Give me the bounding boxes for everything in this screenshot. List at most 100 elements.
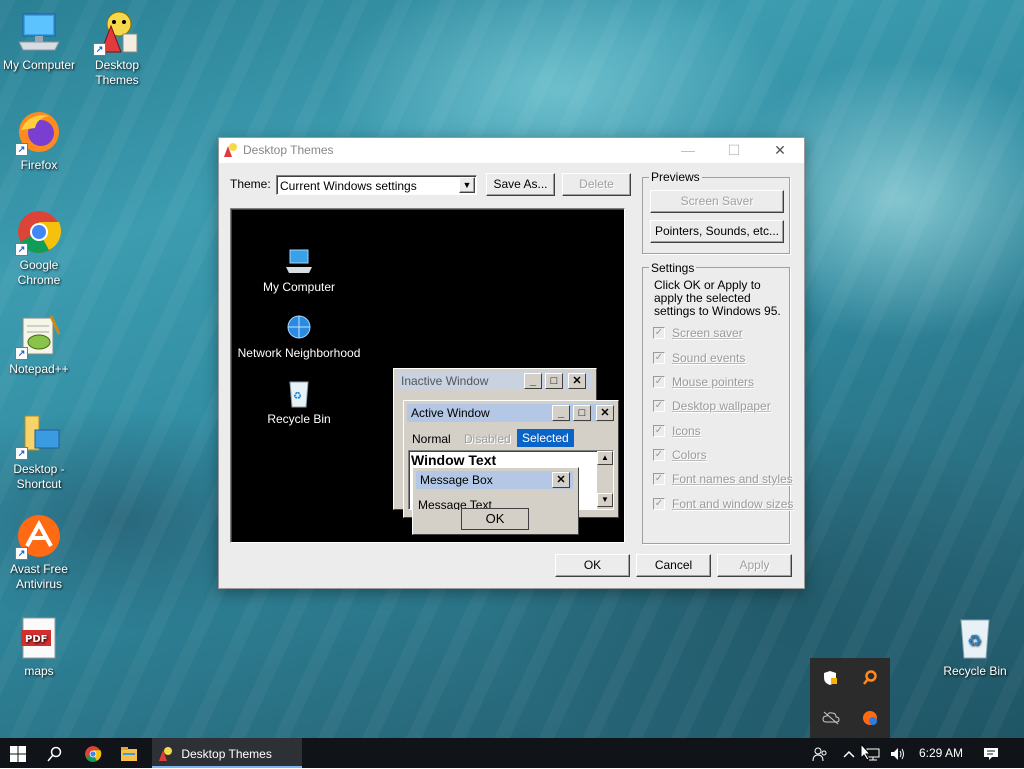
- chevron-up-icon[interactable]: [838, 738, 860, 768]
- cancel-button[interactable]: Cancel: [636, 554, 711, 577]
- desktop-icon-firefox[interactable]: ↗ Firefox: [0, 108, 78, 173]
- apply-button[interactable]: Apply: [717, 554, 792, 577]
- close-icon: ✕: [552, 472, 570, 488]
- desktop-icon-my-computer[interactable]: My Computer: [0, 8, 78, 73]
- desktop-icon-label: Google Chrome: [17, 258, 61, 287]
- svg-text:♻: ♻: [293, 391, 302, 402]
- previews-group-label: Previews: [649, 170, 702, 184]
- file-explorer-icon[interactable]: [114, 738, 144, 768]
- checkmark-icon: ✓: [653, 425, 665, 437]
- save-as-button[interactable]: Save As...: [486, 173, 555, 196]
- chrome-icon: ↗: [15, 208, 63, 256]
- checkmark-icon: ✓: [653, 473, 665, 485]
- dialog-title: Desktop Themes: [243, 143, 334, 157]
- maximize-icon: □: [573, 405, 591, 421]
- desktop-icon-label: Desktop - Shortcut: [13, 462, 65, 491]
- preview-menu-selected: Selected: [517, 429, 574, 447]
- search-icon[interactable]: [40, 738, 70, 768]
- chevron-down-icon[interactable]: ▼: [459, 177, 475, 193]
- theme-preview: My Computer Network Neighborhood ♻ Recyc…: [230, 208, 625, 543]
- shortcut-arrow-icon: ↗: [15, 347, 28, 360]
- desktop-icon-label: Desktop Themes: [94, 58, 140, 87]
- arrow-down-icon: ▼: [597, 493, 613, 507]
- checkmark-icon: ✓: [653, 400, 665, 412]
- preview-window-text: Window Text: [411, 452, 497, 468]
- theme-select[interactable]: Current Windows settings ▼: [276, 175, 477, 195]
- desktop-icon-label: Notepad++: [9, 362, 69, 376]
- desktop-icon-maps[interactable]: PDF maps: [0, 614, 78, 679]
- desktop-icon-desktop-themes[interactable]: ↗ Desktop Themes: [78, 8, 156, 88]
- mouse-cursor-icon: [860, 742, 872, 761]
- preview-icon-label: My Computer: [262, 280, 336, 294]
- close-icon: ✕: [568, 373, 586, 389]
- computer-icon: [15, 8, 63, 56]
- desktop-icon-notepad-plus-plus[interactable]: ↗ Notepad++: [0, 312, 78, 377]
- recycle-bin-icon: ♻: [289, 381, 309, 408]
- desktop-icon-label: Recycle Bin: [943, 664, 1007, 678]
- computer-icon: [286, 249, 312, 273]
- volume-icon[interactable]: [886, 738, 910, 768]
- close-icon[interactable]: ✕: [757, 138, 803, 163]
- checkmark-icon: ✓: [653, 352, 665, 364]
- desktop-icon-label: maps: [24, 664, 54, 678]
- clock[interactable]: 6:29 AM: [912, 738, 970, 768]
- maximize-icon: □: [545, 373, 563, 389]
- checkmark-icon: ✓: [653, 498, 665, 510]
- windows-start-icon[interactable]: [0, 738, 36, 768]
- shortcut-arrow-icon: ↗: [93, 43, 106, 56]
- desktop-icon-label: Firefox: [20, 158, 58, 172]
- pointers-sounds-button[interactable]: Pointers, Sounds, etc...: [650, 220, 784, 243]
- shortcut-arrow-icon: ↗: [15, 547, 28, 560]
- desktop-icon-label: My Computer: [2, 58, 76, 72]
- delete-button[interactable]: Delete: [562, 173, 631, 196]
- minimize-icon: _: [552, 405, 570, 421]
- shortcut-arrow-icon: ↗: [15, 143, 28, 156]
- preview-icon-label: Recycle Bin: [267, 412, 331, 426]
- folder-icon: ↗: [15, 412, 63, 460]
- theme-label: Theme:: [230, 177, 271, 191]
- notepad-plus-plus-icon: ↗: [15, 312, 63, 360]
- preview-icon-my-computer: My Computer: [261, 247, 337, 294]
- tray-overflow-popup: [810, 658, 890, 738]
- minimize-icon[interactable]: —: [665, 138, 711, 163]
- desktop-themes-icon: ↗: [93, 8, 141, 56]
- pdf-file-icon: PDF: [15, 614, 63, 662]
- notifications-icon[interactable]: [976, 738, 1006, 768]
- network-icon: [287, 315, 311, 339]
- maximize-icon[interactable]: ☐: [711, 138, 757, 163]
- desktop-icon-google-chrome[interactable]: ↗ Google Chrome: [0, 208, 78, 288]
- screen-saver-button[interactable]: Screen Saver: [650, 190, 784, 213]
- ok-button[interactable]: OK: [555, 554, 630, 577]
- desktop-icon-label: Avast Free Antivirus: [10, 562, 68, 591]
- desktop-themes-icon: [159, 746, 172, 761]
- firefox-icon: ↗: [15, 108, 63, 156]
- preview-menu-disabled: Disabled: [464, 432, 511, 446]
- preview-scrollbar: ▲ ▼: [597, 451, 613, 509]
- settings-description: Click OK or Apply to apply the selected …: [654, 278, 781, 318]
- desktop-icon-desktop-shortcut[interactable]: ↗ Desktop - Shortcut: [0, 412, 78, 492]
- preview-icon-network-neighborhood: Network Neighborhood: [233, 313, 365, 360]
- desktop-themes-icon: [223, 142, 239, 158]
- dialog-titlebar[interactable]: Desktop Themes — ☐ ✕: [219, 138, 804, 163]
- cloud-offline-icon[interactable]: [822, 710, 840, 726]
- svg-text:PDF: PDF: [25, 634, 47, 645]
- chrome-taskbar-icon[interactable]: [78, 738, 108, 768]
- people-icon[interactable]: [808, 738, 832, 768]
- theme-select-value: Current Windows settings: [280, 179, 417, 193]
- checkmark-icon: ✓: [653, 449, 665, 461]
- shortcut-arrow-icon: ↗: [15, 447, 28, 460]
- checkmark-icon: ✓: [653, 376, 665, 388]
- desktop-icon-recycle-bin[interactable]: ♻ Recycle Bin: [936, 614, 1014, 679]
- search-app-icon[interactable]: [862, 670, 878, 686]
- security-shield-icon[interactable]: [822, 670, 838, 686]
- desktop-icon-avast[interactable]: ↗ Avast Free Antivirus: [0, 512, 78, 592]
- preview-icon-label: Network Neighborhood: [237, 346, 361, 360]
- recycle-bin-icon: ♻: [951, 614, 999, 662]
- preview-message-box: Message Box ✕ Message Text OK: [412, 467, 579, 535]
- taskbar-app-label: Desktop Themes: [181, 746, 272, 761]
- preview-ok-button: OK: [461, 508, 529, 530]
- preview-message-box-title: Message Box: [416, 471, 573, 489]
- taskbar-app-desktop-themes[interactable]: Desktop Themes: [152, 738, 302, 768]
- avast-tray-icon[interactable]: [862, 710, 878, 726]
- checkmark-icon: ✓: [653, 327, 665, 339]
